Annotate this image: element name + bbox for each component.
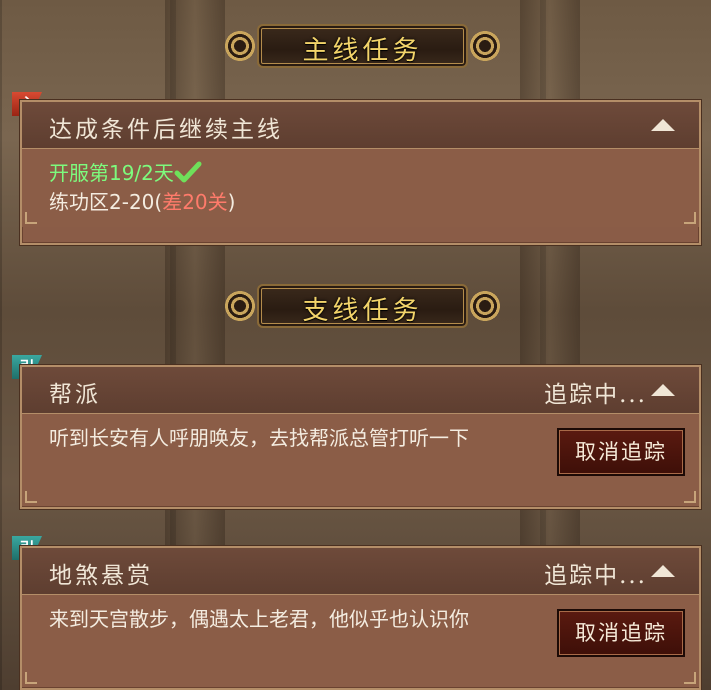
side-quest-body: 听到长安有人呼朋唤友，去找帮派总管打听一下 取消追踪	[22, 414, 699, 506]
training-area-suffix: )	[227, 190, 236, 214]
corner-ornament	[25, 212, 37, 224]
main-quest-banner: 主线任务	[215, 20, 510, 72]
corner-ornament	[25, 491, 37, 503]
cancel-tracking-button[interactable]: 取消追踪	[557, 428, 685, 476]
training-area-line: 练功区2-20(差20关)	[49, 188, 672, 217]
main-quest-title: 主线任务	[302, 36, 423, 66]
collapse-caret-icon[interactable]	[651, 119, 675, 131]
corner-ornament	[684, 672, 696, 684]
collapse-caret-icon[interactable]	[651, 565, 675, 577]
main-quest-body: 开服第19/2天 练功区2-20(差20关)	[22, 149, 699, 227]
side-quest-title: 支线任务	[302, 296, 423, 326]
side-quest-banner: 支线任务	[215, 280, 510, 332]
side-quest-task-title: 地煞悬赏	[49, 563, 153, 589]
server-day-line: 开服第19/2天	[49, 159, 672, 188]
card-header[interactable]: 帮派 追踪中...	[22, 367, 699, 414]
side-quest-card-guild[interactable]: 帮派 追踪中... 听到长安有人呼朋唤友，去找帮派总管打听一下 取消追踪	[20, 365, 701, 509]
corner-ornament	[684, 491, 696, 503]
tracking-status: 追踪中...	[544, 382, 647, 408]
collapse-caret-icon[interactable]	[651, 384, 675, 396]
side-quest-task-title: 帮派	[49, 382, 101, 408]
card-header[interactable]: 地煞悬赏 追踪中...	[22, 548, 699, 595]
main-quest-card[interactable]: 达成条件后继续主线 开服第19/2天 练功区2-20(差20关)	[20, 100, 701, 245]
side-quest-card-bounty[interactable]: 地煞悬赏 追踪中... 来到天宫散步，偶遇太上老君，他似乎也认识你 取消追踪	[20, 546, 701, 690]
card-header[interactable]: 达成条件后继续主线	[22, 102, 699, 149]
corner-ornament	[684, 212, 696, 224]
training-area-text: 练功区2-20(	[49, 190, 163, 214]
corner-ornament	[25, 672, 37, 684]
side-quest-body: 来到天宫散步，偶遇太上老君，他似乎也认识你 取消追踪	[22, 595, 699, 687]
main-quest-task-title: 达成条件后继续主线	[49, 117, 283, 143]
remaining-stages-text: 差20关	[162, 190, 228, 214]
side-quest-description: 听到长安有人呼朋唤友，去找帮派总管打听一下	[49, 426, 469, 450]
checkmark-icon	[174, 161, 202, 183]
cancel-tracking-button[interactable]: 取消追踪	[557, 609, 685, 657]
side-quest-description: 来到天宫散步，偶遇太上老君，他似乎也认识你	[49, 607, 469, 631]
tracking-status: 追踪中...	[544, 563, 647, 589]
server-day-text: 开服第19/2天	[49, 161, 174, 185]
